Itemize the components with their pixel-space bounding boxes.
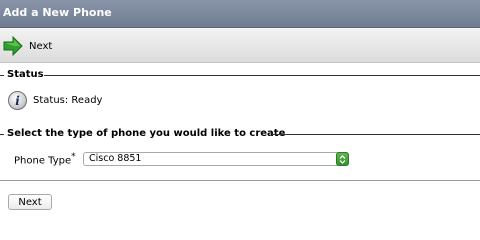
status-rule-right <box>44 75 480 76</box>
select-rule-left <box>0 134 4 135</box>
select-arrows-icon[interactable] <box>336 152 349 166</box>
phone-type-label-text: Phone Type <box>14 155 72 167</box>
toolbar-next-label: Next <box>29 40 53 52</box>
page-title: Add a New Phone <box>3 6 112 19</box>
phone-type-select[interactable]: Cisco 8851 <box>83 152 349 166</box>
bottom-divider <box>0 180 480 181</box>
info-icon: i <box>8 91 27 110</box>
phone-type-value: Cisco 8851 <box>89 153 142 164</box>
up-down-chevron-icon <box>339 154 346 164</box>
required-marker: * <box>71 152 76 162</box>
toolbar: Next <box>0 28 480 63</box>
status-rule-left <box>0 75 4 76</box>
status-legend: Status <box>6 69 45 80</box>
phone-type-label: Phone Type* <box>14 152 76 166</box>
add-phone-page: Add a New Phone Next Status i Status: Re… <box>0 0 480 212</box>
status-text: Status: Ready <box>33 95 103 106</box>
status-row: i Status: Ready <box>8 91 102 110</box>
next-button[interactable]: Next <box>8 194 52 210</box>
select-legend: Select the type of phone you would like … <box>6 128 287 139</box>
title-bar: Add a New Phone <box>0 0 480 28</box>
green-arrow-right-icon <box>3 36 23 56</box>
select-rule-right <box>272 134 480 135</box>
toolbar-next-button[interactable]: Next <box>3 36 52 56</box>
